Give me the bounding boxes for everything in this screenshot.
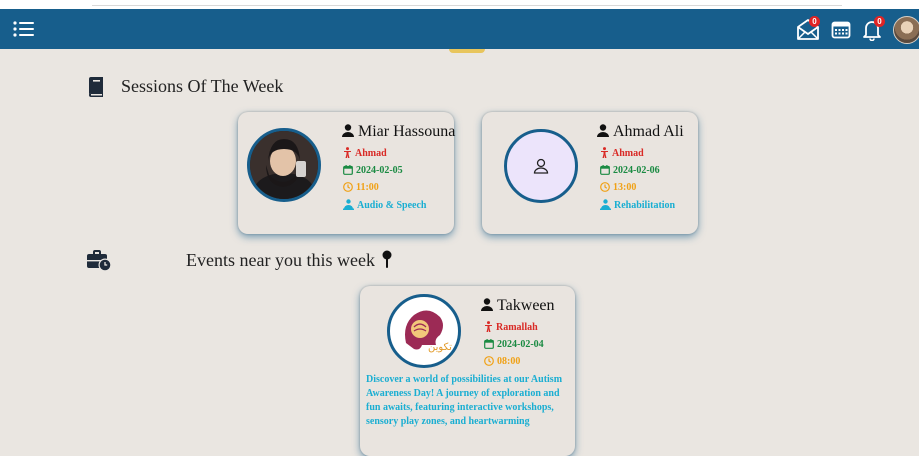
user-icon [597, 124, 609, 137]
session-date-text: 2024-02-05 [356, 165, 403, 176]
therapist-name-text: Ahmad Ali [613, 123, 684, 140]
calendar-icon [484, 339, 494, 349]
event-logo-text: تكوين [428, 342, 452, 353]
event-location: Ramallah [484, 321, 538, 333]
event-date: 2024-02-04 [484, 339, 544, 350]
events-title: Events near you this week [186, 250, 392, 271]
event-name: Takween [481, 297, 555, 315]
session-time: 11:00 [343, 182, 379, 193]
clock-icon [600, 182, 610, 192]
event-time: 08:00 [484, 356, 520, 367]
event-card[interactable]: تكوين Takween Ramallah 2024-02-04 08:00 … [360, 286, 575, 456]
calendar-icon [343, 165, 353, 175]
sessions-title: Sessions Of The Week [121, 76, 284, 96]
child-icon [344, 147, 351, 158]
divider [92, 5, 842, 6]
mail-badge: 0 [809, 16, 820, 27]
user-icon [481, 298, 493, 311]
session-date: 2024-02-06 [600, 165, 660, 176]
session-time-text: 11:00 [356, 182, 379, 193]
session-department-text: Rehabilitation [614, 200, 676, 211]
session-department-text: Audio & Speech [357, 200, 427, 211]
calendar-icon [831, 21, 851, 39]
therapist-photo [247, 128, 321, 202]
map-pin-icon [382, 250, 392, 268]
top-strip [0, 0, 919, 9]
user-icon [342, 124, 354, 137]
user-avatar[interactable] [893, 16, 919, 44]
list-icon[interactable] [13, 20, 35, 38]
session-date: 2024-02-05 [343, 165, 403, 176]
events-title-text: Events near you this week [186, 250, 375, 270]
user-group-icon [343, 199, 354, 210]
event-date-text: 2024-02-04 [497, 339, 544, 350]
child-icon [485, 321, 492, 332]
mail-button[interactable]: 0 [795, 15, 823, 43]
therapist-photo-placeholder [504, 129, 578, 203]
calendar-icon [600, 165, 610, 175]
therapist-name-text: Miar Hassouna [358, 123, 456, 140]
event-description: Discover a world of possibilities at our… [366, 374, 563, 427]
session-card[interactable]: Ahmad Ali Ahmad 2024-02-06 13:00 Rehabil… [482, 112, 698, 234]
session-department: Rehabilitation [600, 199, 675, 211]
session-card[interactable]: Miar Hassouna Ahmad 2024-02-05 11:00 Aud… [238, 112, 455, 234]
clock-icon [484, 356, 494, 366]
child-icon [601, 147, 608, 158]
therapist-name: Ahmad Ali [597, 123, 684, 141]
session-person: Ahmad [343, 147, 387, 159]
briefcase-clock-icon [87, 250, 112, 271]
session-time-text: 13:00 [613, 182, 637, 193]
book-icon [89, 77, 103, 97]
user-group-icon [600, 199, 611, 210]
event-location-text: Ramallah [496, 322, 538, 333]
therapist-name: Miar Hassouna [342, 123, 455, 141]
top-navbar: 0 0 [0, 9, 919, 49]
user-outline-icon [533, 158, 549, 174]
calendar-button[interactable] [828, 15, 856, 43]
session-department: Audio & Speech [343, 199, 426, 211]
event-logo: تكوين [387, 294, 461, 368]
notifications-button[interactable]: 0 [860, 15, 888, 43]
session-person: Ahmad [600, 147, 644, 159]
event-time-text: 08:00 [497, 356, 521, 367]
session-time: 13:00 [600, 182, 636, 193]
clock-icon [343, 182, 353, 192]
bell-badge: 0 [874, 16, 885, 27]
decorative-shape [449, 49, 485, 53]
session-person-text: Ahmad [355, 148, 387, 159]
session-person-text: Ahmad [612, 148, 644, 159]
session-date-text: 2024-02-06 [613, 165, 660, 176]
event-name-text: Takween [497, 297, 555, 314]
